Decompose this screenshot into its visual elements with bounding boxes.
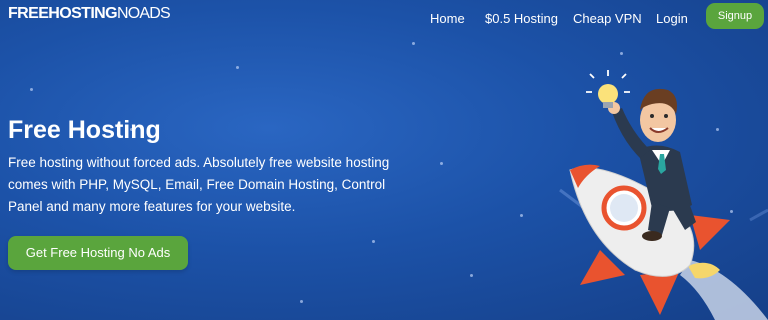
star <box>300 300 303 303</box>
logo-bold-text: FREEHOSTING <box>8 5 118 22</box>
signup-button[interactable]: Signup <box>706 3 764 29</box>
get-free-hosting-button[interactable]: Get Free Hosting No Ads <box>8 236 188 270</box>
hero-description: Free hosting without forced ads. Absolut… <box>8 155 390 214</box>
rocket-fin <box>690 215 730 250</box>
man-eye <box>650 114 654 118</box>
man-eye <box>664 114 668 118</box>
star <box>440 162 443 165</box>
man-shoe <box>642 231 662 241</box>
top-navbar: FREEHOSTINGNOADS Home $0.5 Hosting Cheap… <box>0 0 768 36</box>
businessman-on-rocket-illustration <box>559 70 768 320</box>
star <box>372 240 375 243</box>
nav-home-link[interactable]: Home <box>430 11 465 26</box>
hero-title: Free Hosting <box>8 116 161 144</box>
nav-hosting-link[interactable]: $0.5 Hosting <box>485 11 558 26</box>
nav-vpn-link[interactable]: Cheap VPN <box>573 11 642 26</box>
star <box>520 214 523 217</box>
star <box>412 42 415 45</box>
star <box>30 88 33 91</box>
motion-streak <box>749 208 768 222</box>
rocket-window-glass <box>610 194 638 222</box>
nav-login-link[interactable]: Login <box>656 11 688 26</box>
star <box>236 66 239 69</box>
logo-thin-text: NOADS <box>116 5 171 22</box>
light-bulb-icon <box>586 70 630 108</box>
star <box>620 52 623 55</box>
site-logo[interactable]: FREEHOSTINGNOADS <box>8 5 171 23</box>
star <box>470 274 473 277</box>
